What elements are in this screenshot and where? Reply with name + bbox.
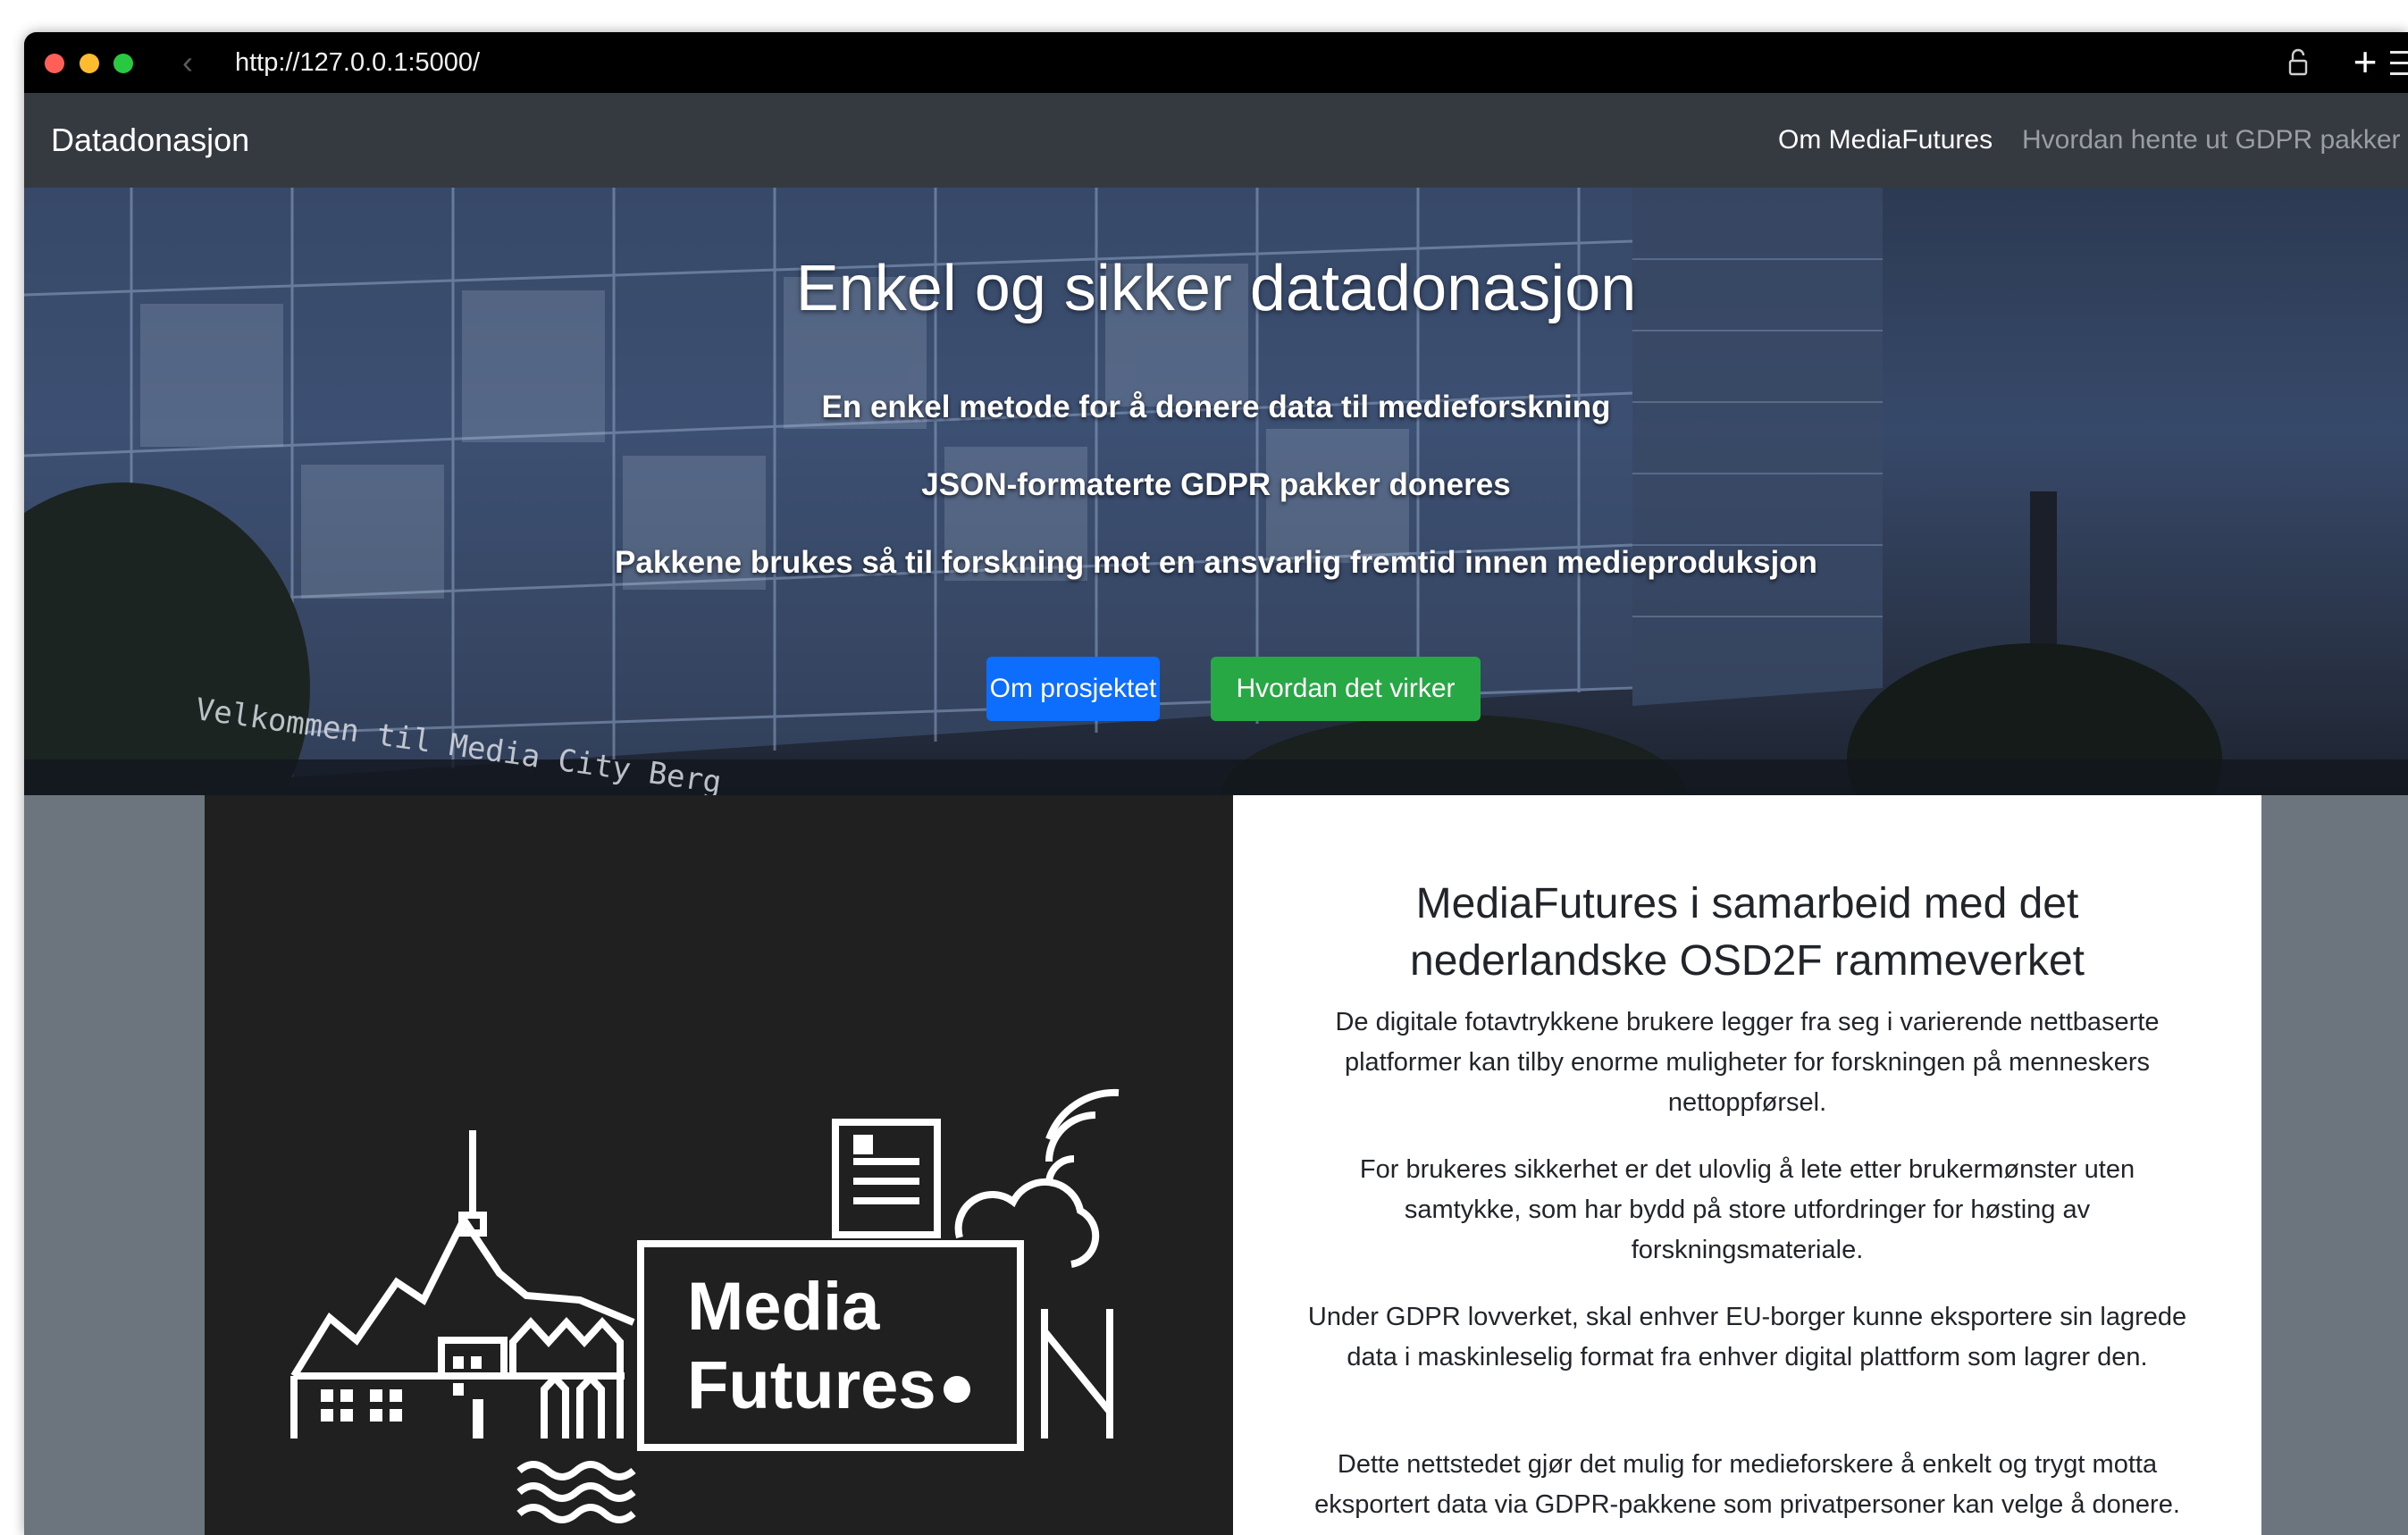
om-prosjektet-button[interactable]: Om prosjektet (986, 657, 1160, 721)
minimize-window-button[interactable] (80, 54, 99, 73)
info-paragraph-3: Under GDPR lovverket, skal enhver EU-bor… (1307, 1303, 2187, 1371)
logo-text-futures: Futures (687, 1347, 936, 1423)
mediafutures-logo-panel: Media Futures (205, 795, 1233, 1535)
hero-title: Enkel og sikker datadonasjon (795, 253, 1637, 324)
browser-toolbar: ‹ http://127.0.0.1:5000/ + (24, 32, 2408, 93)
lock-icon[interactable] (2285, 46, 2312, 79)
hvordan-det-virker-button[interactable]: Hvordan det virker (1211, 657, 1481, 721)
browser-window: ‹ http://127.0.0.1:5000/ + Datadonasjon … (24, 32, 2408, 1535)
site-brand[interactable]: Datadonasjon (51, 93, 249, 188)
logo-text-media: Media (687, 1269, 880, 1345)
chevron-left-icon[interactable]: ‹ (172, 43, 204, 82)
close-window-button[interactable] (45, 54, 64, 73)
plus-icon[interactable]: + (2347, 41, 2383, 84)
address-bar[interactable]: http://127.0.0.1:5000/ (235, 45, 480, 80)
maximize-window-button[interactable] (113, 54, 133, 73)
hero-line-2: JSON-formaterte GDPR pakker doneres (921, 467, 1511, 502)
hamburger-menu-icon[interactable] (2390, 51, 2408, 76)
mediafutures-logo: Media Futures (290, 1088, 1120, 1523)
info-paragraph-4: Dette nettstedet gjør det mulig for medi… (1314, 1450, 2180, 1519)
hero-section: Velkommen til Media City Berg Enkel og s… (24, 188, 2408, 795)
info-paragraph-1: De digitale fotavtrykkene brukere legger… (1335, 1008, 2160, 1117)
info-paragraph-2: For brukeres sikkerhet er det ulovlig å … (1359, 1155, 2135, 1264)
hero-line-1: En enkel metode for å donere data til me… (821, 390, 1611, 424)
nav-link-om-mediafutures[interactable]: Om MediaFutures (1778, 93, 1993, 188)
nav-link-gdpr-pakker[interactable]: Hvordan hente ut GDPR pakker (2022, 93, 2401, 188)
info-panel: MediaFutures i samarbeid med det nederla… (1233, 795, 2261, 1535)
info-title: MediaFutures i samarbeid med det nederla… (1410, 880, 2085, 985)
hero-line-3: Pakkene brukes så til forskning mot en a… (615, 545, 1817, 580)
